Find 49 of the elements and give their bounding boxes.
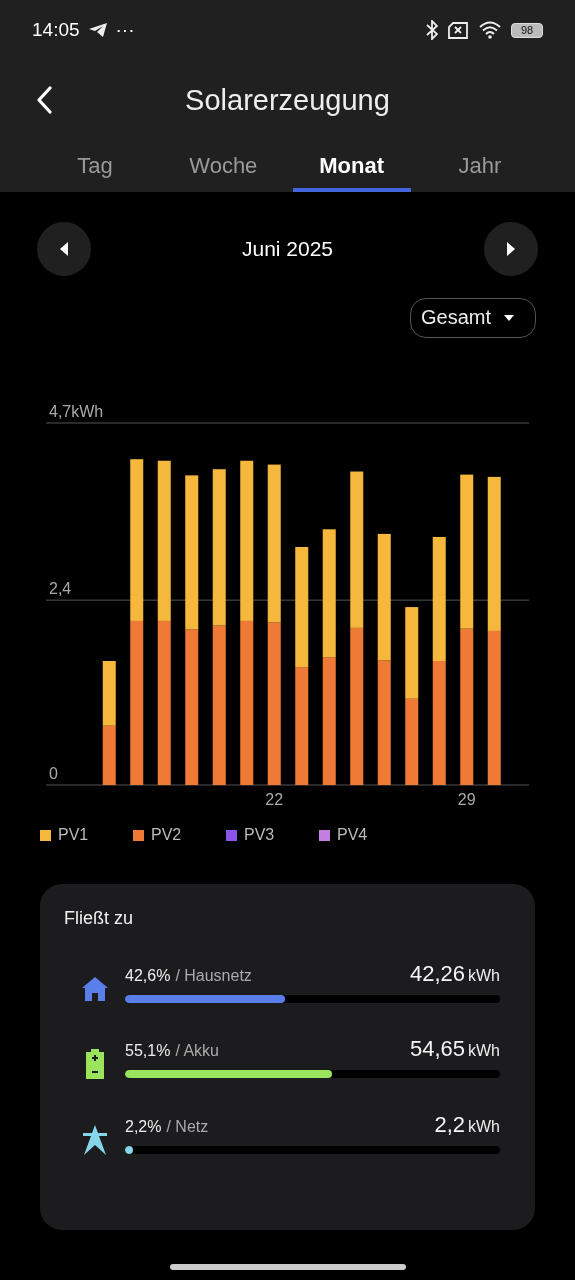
sim-card-icon — [447, 21, 469, 39]
energy-value: 54,65 — [409, 1036, 465, 1061]
legend-swatch — [40, 829, 51, 841]
legend-label: PV2 — [151, 826, 182, 844]
caret-down-icon — [503, 313, 515, 322]
legend-label: PV1 — [58, 826, 89, 844]
card-title: Fließt zu — [64, 908, 134, 929]
x-axis-label: 22 — [265, 791, 284, 808]
x-axis-label: 29 — [457, 791, 476, 808]
previous-month-button[interactable] — [37, 222, 91, 276]
y-axis-label: 0 — [49, 765, 58, 782]
wifi-icon — [478, 21, 502, 39]
destination-label: / Akku — [175, 1042, 219, 1059]
energy-value: 42,26 — [409, 961, 465, 986]
chart-bar — [102, 725, 116, 785]
period-tab[interactable]: Jahr — [421, 140, 539, 192]
legend-swatch — [319, 829, 330, 841]
period-tab[interactable]: Monat — [292, 140, 411, 192]
y-axis-label: 4,7kWh — [49, 403, 104, 420]
chart-bar — [102, 661, 116, 726]
percent-share: 2,2% — [125, 1118, 162, 1135]
percent-share: 42,6% — [125, 967, 171, 984]
legend-label: PV4 — [337, 826, 368, 844]
bluetooth-icon — [426, 20, 438, 40]
screen-title: Solarerzeugung — [185, 83, 390, 117]
legend-swatch — [133, 829, 144, 841]
destination-label: / Hausnetz — [175, 967, 252, 984]
house-icon — [80, 976, 109, 1002]
energy-unit: kWh — [468, 1118, 500, 1135]
percent-share: 55,1% — [125, 1042, 171, 1059]
month-label: Juni 2025 — [241, 237, 334, 261]
energy-value: 2,2 — [434, 1112, 465, 1137]
energy-unit: kWh — [468, 1042, 500, 1059]
power-pylon-icon — [81, 1125, 108, 1155]
energy-unit: kWh — [468, 967, 500, 984]
legend-swatch — [226, 829, 237, 841]
caret-left-icon — [58, 241, 70, 257]
more-notifications: ··· — [115, 19, 135, 41]
clock-time: 14:05 — [32, 19, 80, 41]
battery-icon — [84, 1049, 105, 1079]
y-axis-label: 2,4 — [49, 580, 72, 598]
caret-right-icon — [505, 241, 517, 257]
next-month-button[interactable] — [484, 222, 538, 276]
period-tab[interactable]: Woche — [164, 140, 283, 192]
total-dropdown[interactable]: Gesamt — [409, 298, 536, 338]
destination-label: / Netz — [166, 1118, 209, 1135]
period-tab[interactable]: Tag — [36, 140, 154, 192]
battery-level: 98 — [511, 22, 543, 38]
legend-label: PV3 — [244, 826, 275, 844]
